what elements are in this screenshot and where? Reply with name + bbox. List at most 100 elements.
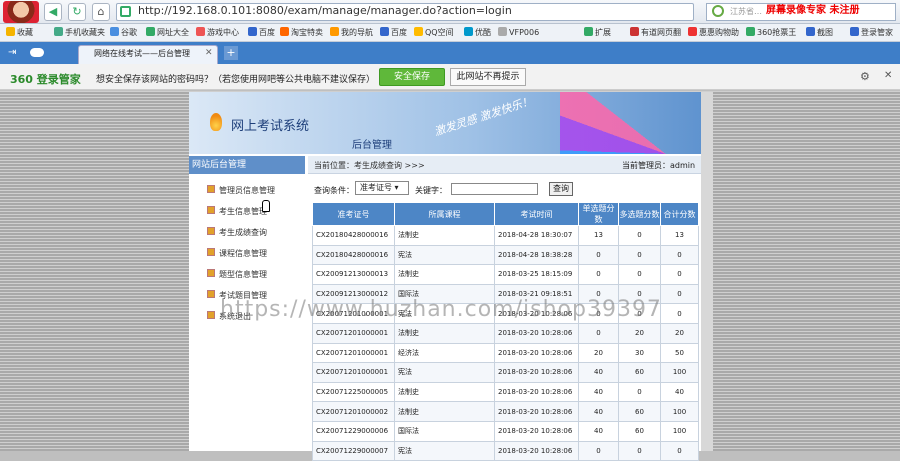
table-cell: 0 (660, 244, 699, 266)
col-header: 多选题分数 (618, 202, 661, 226)
bookmark-item[interactable]: 游戏中心 (196, 26, 239, 40)
close-tab-icon[interactable]: ✕ (205, 48, 213, 58)
close-icon[interactable]: ✕ (884, 70, 892, 81)
query-field-select[interactable]: 准考证号 ▾ (355, 181, 409, 195)
hand-cursor-icon (262, 200, 270, 212)
table-cell: 2018-04-28 18:30:07 (494, 225, 579, 246)
login-manager-brand: 360 登录管家 (10, 73, 81, 86)
bookmark-item[interactable]: 登录管家 (850, 26, 893, 40)
table-cell: 0 (578, 322, 619, 344)
refresh-icon[interactable]: ↻ (68, 3, 86, 21)
query-button[interactable]: 查询 (549, 182, 573, 196)
search-engine-icon (712, 5, 724, 17)
table-cell: 法制史 (394, 401, 495, 422)
table-cell: 0 (578, 244, 619, 266)
user-avatar[interactable] (3, 1, 39, 23)
system-title: 网上考试系统 (231, 119, 310, 134)
table-cell: 宪法 (394, 244, 495, 266)
table-row: CX20180428000016 宪法 2018-04-28 18:38:28 0 0 0 (312, 244, 699, 266)
table-row: CX20071229000006 国际法 2018-03-20 10:28:06 40… (312, 420, 699, 442)
gear-icon[interactable]: ⚙ (860, 70, 870, 83)
col-header: 准考证号 (312, 202, 395, 226)
table-cell: 0 (618, 264, 661, 285)
table-cell: 2018-03-20 10:28:06 (494, 381, 579, 403)
system-subtitle: 后台管理 (352, 140, 392, 151)
home-icon[interactable]: ⌂ (92, 3, 110, 21)
search-placeholder: 江苏省… (730, 7, 762, 16)
bookmark-item[interactable]: 手机收藏夹 (54, 26, 105, 40)
bookmark-item[interactable]: 扩展 (584, 26, 611, 40)
query-label: 查询条件： (314, 186, 354, 195)
table-cell: CX20180428000016 (312, 225, 395, 246)
table-cell: 2018-03-25 18:15:09 (494, 264, 579, 285)
bookmark-item[interactable]: 百度 (380, 26, 407, 40)
bookmark-item[interactable]: 截图 (806, 26, 833, 40)
save-password-prompt: 想安全保存该网站的密码吗？（若您使用网吧等公共电脑不建议保存） (96, 75, 376, 85)
table-cell: 20 (660, 322, 699, 344)
bookmark-item[interactable]: 百度 (248, 26, 275, 40)
bookmark-item[interactable]: 收藏 (6, 26, 33, 40)
sidebar-item-question-types[interactable]: 题型信息管理 (207, 269, 267, 281)
bookmark-item[interactable]: QQ空间 (414, 26, 454, 40)
bookmark-item[interactable]: 网址大全 (146, 26, 189, 40)
sidebar-item-scores[interactable]: 考生成绩查询 (207, 227, 267, 239)
table-cell: 2018-03-20 10:28:06 (494, 401, 579, 422)
table-cell: 2018-03-20 10:28:06 (494, 322, 579, 344)
table-cell: 0 (618, 225, 661, 246)
never-prompt-button[interactable]: 此网站不再提示 (450, 68, 526, 86)
cloud-icon[interactable] (30, 48, 44, 57)
sidebar-item-students[interactable]: 考生信息管理 (207, 206, 267, 218)
sidebar-toggle-icon[interactable]: ⇥ (8, 47, 16, 58)
bookmark-item[interactable]: 惠惠购物助 (688, 26, 739, 40)
current-admin: 当前管理员：admin (622, 161, 696, 170)
table-cell: 40 (578, 420, 619, 442)
table-cell: 0 (618, 381, 661, 403)
table-cell: 40 (660, 381, 699, 403)
table-cell: 20 (618, 322, 661, 344)
table-cell: 50 (660, 342, 699, 364)
bookmark-item[interactable]: 360抢票王 (746, 26, 796, 40)
bookmark-item[interactable]: 淘宝特卖 (280, 26, 323, 40)
sidebar-heading: 网站后台管理 (189, 156, 305, 174)
table-cell: 13 (660, 225, 699, 246)
col-header: 考试时间 (494, 202, 579, 226)
bookmark-item[interactable]: VFP006 (498, 26, 539, 40)
scores-table: 准考证号 所属课程 考试时间 单选题分数 多选题分数 合计分数 CX201804… (312, 202, 699, 461)
scrollbar[interactable] (701, 92, 713, 451)
col-header: 单选题分数 (578, 202, 619, 226)
table-cell: 20 (578, 342, 619, 364)
back-icon[interactable]: ◀ (44, 3, 62, 21)
bookmark-item[interactable]: 我的导航 (330, 26, 373, 40)
table-cell: 0 (660, 283, 699, 305)
bookmark-item[interactable]: 谷歌 (110, 26, 137, 40)
pencils-decoration (560, 92, 701, 154)
bookmark-item[interactable]: 优酷 (464, 26, 491, 40)
keyword-input[interactable] (451, 183, 538, 195)
table-cell: 法制史 (394, 264, 495, 285)
table-cell: 100 (660, 401, 699, 422)
url-text: http://192.168.0.101:8080/exam/manage/ma… (138, 4, 512, 17)
table-cell: CX20071225000005 (312, 381, 395, 403)
new-tab-icon[interactable]: + (224, 46, 238, 60)
table-cell: 2018-03-20 10:28:06 (494, 362, 579, 383)
table-cell: 2018-04-28 18:38:28 (494, 244, 579, 266)
tab-title: 网络在线考试——后台管理 (94, 49, 190, 58)
table-cell: 100 (660, 420, 699, 442)
table-cell: CX20071201000001 (312, 342, 395, 364)
table-cell: CX20071229000006 (312, 420, 395, 442)
sidebar-item-courses[interactable]: 课程信息管理 (207, 248, 267, 260)
table-cell: 2018-03-20 10:28:06 (494, 420, 579, 442)
bookmark-item[interactable]: 有道网页翻 (630, 26, 681, 40)
safe-save-button[interactable]: 安全保存 (379, 68, 445, 86)
site-watermark: https://www.huzhan.com/ishop39397 (220, 297, 662, 322)
table-cell: 国际法 (394, 420, 495, 442)
table-cell: 40 (578, 381, 619, 403)
sidebar-item-admin[interactable]: 管理员信息管理 (207, 185, 275, 197)
table-cell: 40 (578, 401, 619, 422)
table-cell: 30 (618, 342, 661, 364)
table-cell: 13 (578, 225, 619, 246)
table-row: CX20180428000016 法制史 2018-04-28 18:30:07 13… (312, 225, 699, 246)
table-row: CX20071201000002 法制史 2018-03-20 10:28:06 40… (312, 401, 699, 422)
table-cell: 0 (660, 303, 699, 324)
table-cell: 0 (660, 264, 699, 285)
